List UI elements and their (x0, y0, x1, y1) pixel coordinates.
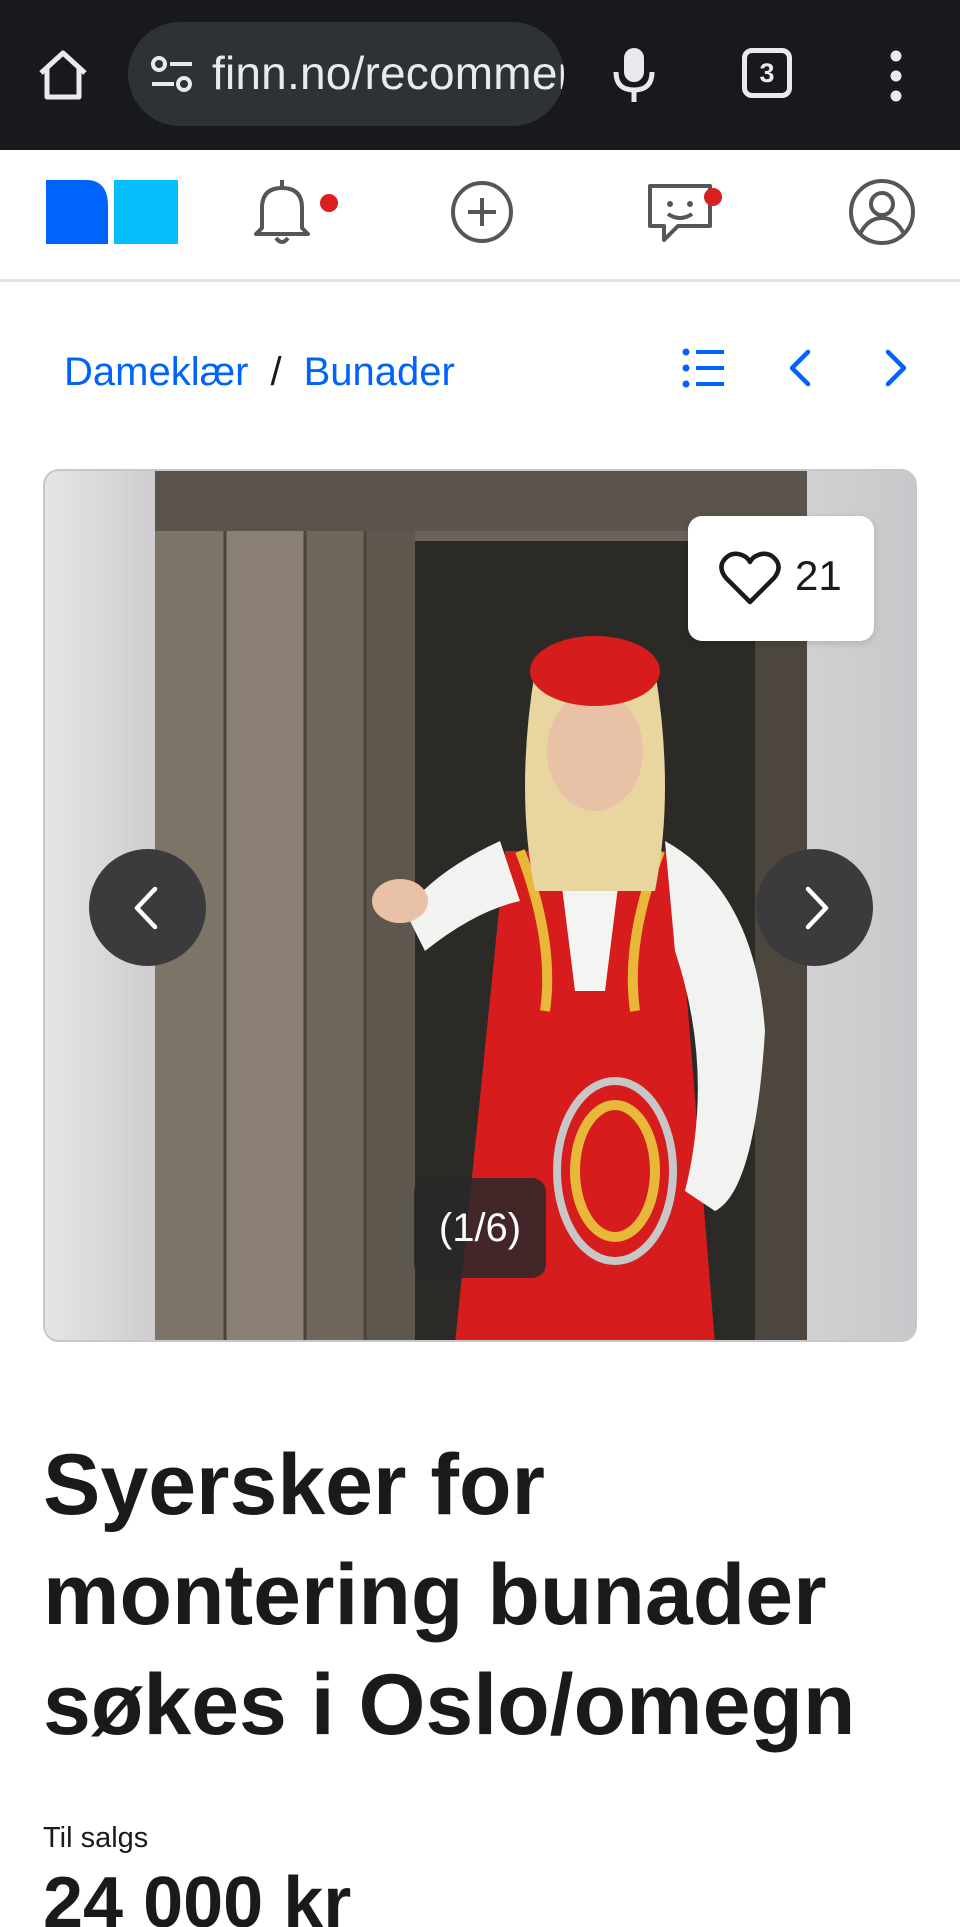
notification-dot (320, 194, 338, 212)
chat-icon[interactable] (642, 172, 722, 252)
breadcrumb-item-bunader[interactable]: Bunader (304, 350, 455, 394)
plus-circle-icon[interactable] (442, 172, 522, 252)
price: 24 000 kr (43, 1863, 352, 1927)
tab-switcher-button[interactable]: 3 (742, 48, 792, 98)
previous-ad-icon[interactable] (772, 340, 828, 396)
ad-title: Syersker for montering bunader søkes i O… (43, 1437, 856, 1753)
next-ad-icon[interactable] (868, 340, 924, 396)
chevron-right-icon (805, 886, 829, 930)
image-gallery[interactable]: 21 (1/6) (43, 469, 917, 1342)
url-text: finn.no/recommerce/forsale/item/ (212, 47, 564, 99)
site-settings-icon[interactable] (150, 54, 194, 94)
site-header (0, 150, 960, 282)
gallery-next-button[interactable] (756, 849, 873, 966)
gallery-previous-button[interactable] (89, 849, 206, 966)
finn-logo[interactable] (46, 180, 178, 244)
microphone-icon[interactable] (608, 44, 660, 106)
message-notification-dot (704, 188, 722, 206)
list-icon[interactable] (676, 340, 732, 396)
profile-icon[interactable] (842, 172, 922, 252)
home-icon[interactable] (33, 45, 93, 105)
image-counter: (1/6) (414, 1178, 546, 1278)
favorite-count: 21 (795, 552, 842, 599)
breadcrumb-separator: / (270, 350, 282, 394)
chevron-left-icon (134, 886, 158, 930)
breadcrumb: Dameklær / Bunader (64, 350, 455, 395)
url-bar[interactable]: finn.no/recommerce/forsale/item/ (128, 22, 564, 126)
heart-icon (719, 551, 781, 605)
sale-label: Til salgs (43, 1822, 149, 1854)
breadcrumb-item-dameklaer[interactable]: Dameklær (64, 350, 248, 394)
bell-icon[interactable] (242, 172, 322, 252)
browser-toolbar: finn.no/recommerce/forsale/item/ 3 (0, 0, 960, 150)
more-vert-icon[interactable] (876, 48, 916, 104)
favorite-button[interactable]: 21 (688, 516, 874, 641)
